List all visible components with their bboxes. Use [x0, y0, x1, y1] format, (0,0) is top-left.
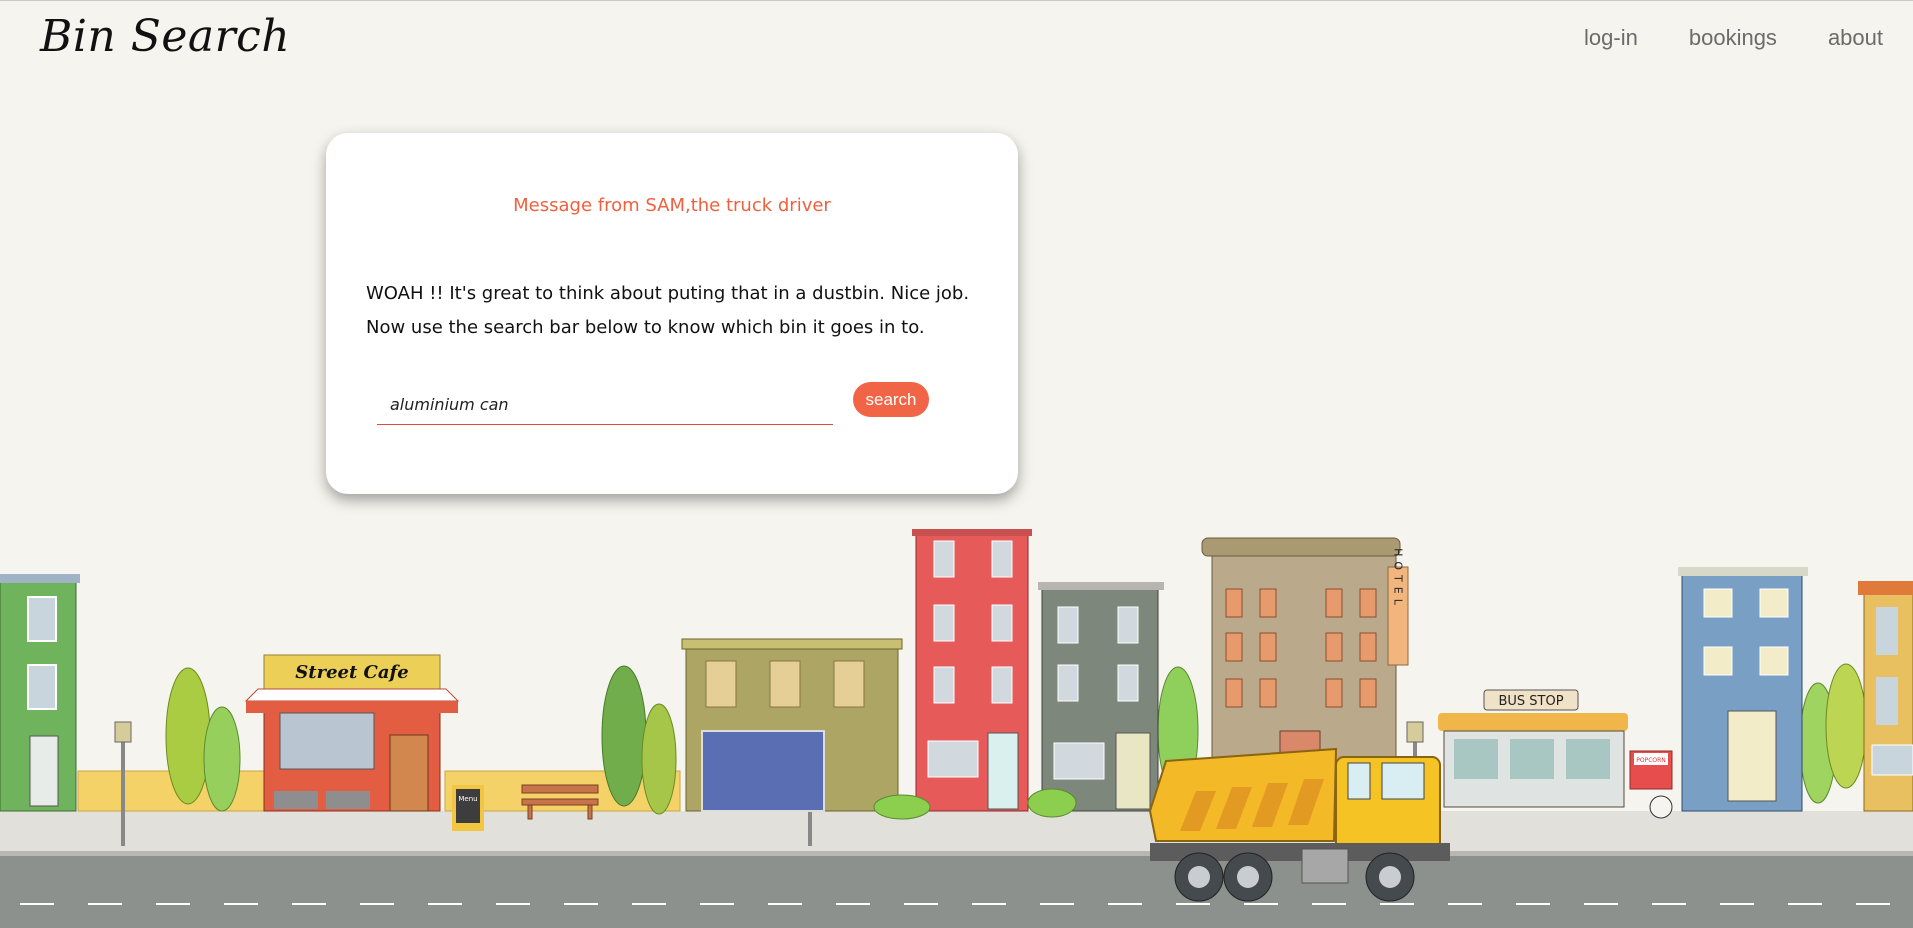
- cafe-sign-text: Street Cafe: [295, 662, 408, 683]
- search-field: [377, 385, 833, 425]
- yellow-building: [1858, 581, 1913, 812]
- green-building: [0, 574, 80, 812]
- svg-text:Menu: Menu: [458, 795, 477, 803]
- message-body: WOAH !! It's great to think about puting…: [366, 277, 996, 345]
- message-line-2: Now use the search bar below to know whi…: [366, 317, 925, 338]
- menu-board: Menu: [452, 785, 484, 831]
- bus-stop: BUS STOP: [1438, 689, 1628, 808]
- garage-building: [681, 638, 903, 812]
- bus-stop-sign-text: BUS STOP: [1498, 694, 1563, 709]
- search-button[interactable]: search: [853, 382, 929, 417]
- svg-text:POPCORN: POPCORN: [1636, 757, 1666, 764]
- search-input[interactable]: [377, 385, 833, 424]
- blue-building: [1678, 567, 1808, 812]
- message-card: Message from SAM,the truck driver WOAH !…: [326, 133, 1018, 494]
- sidewalk: [0, 811, 1913, 855]
- message-title: Message from SAM,the truck driver: [513, 195, 831, 216]
- gray-building: [1038, 582, 1164, 812]
- street-cafe: Street Cafe: [244, 654, 460, 812]
- popcorn-cart: POPCORN: [1629, 750, 1673, 819]
- red-building: [912, 529, 1032, 812]
- hotel-sign-text: HOTEL: [1392, 548, 1405, 610]
- message-line-1: WOAH !! It's great to think about puting…: [366, 283, 970, 304]
- road: [0, 856, 1913, 928]
